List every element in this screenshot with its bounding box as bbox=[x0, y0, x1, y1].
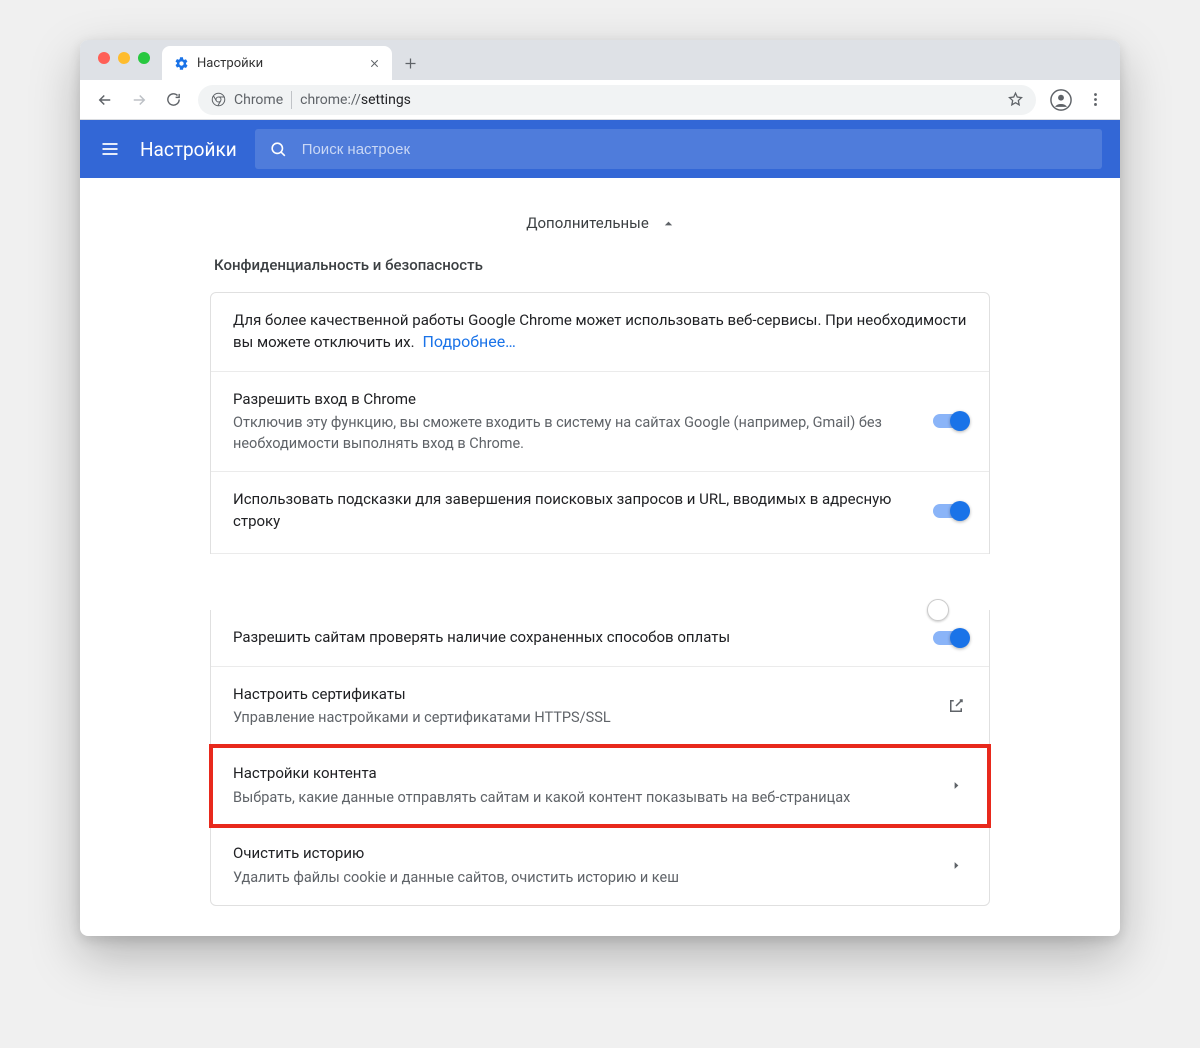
close-window-button[interactable] bbox=[98, 52, 110, 64]
browser-tab[interactable]: Настройки bbox=[162, 46, 392, 80]
advanced-label: Дополнительные bbox=[526, 214, 649, 232]
address-bar[interactable]: Chrome chrome://settings bbox=[198, 85, 1036, 115]
browser-window: Настройки Chrome chrome://settings bbox=[80, 40, 1120, 936]
reload-button[interactable] bbox=[158, 85, 188, 115]
close-tab-button[interactable] bbox=[366, 55, 382, 71]
signin-toggle[interactable] bbox=[933, 414, 967, 428]
back-button[interactable] bbox=[90, 85, 120, 115]
appbar-title: Настройки bbox=[140, 138, 237, 161]
learn-more-link[interactable]: Подробнее… bbox=[423, 332, 516, 351]
content-settings-sub: Выбрать, какие данные отправлять сайтам … bbox=[233, 787, 929, 808]
search-icon bbox=[269, 140, 288, 159]
suggestions-toggle[interactable] bbox=[933, 504, 967, 518]
clear-sub: Удалить файлы cookie и данные сайтов, оч… bbox=[233, 867, 929, 888]
omnibox-label: Chrome bbox=[234, 92, 283, 108]
signin-title: Разрешить вход в Chrome bbox=[233, 389, 917, 411]
suggestions-title: Использовать подсказки для завершения по… bbox=[233, 489, 917, 533]
row-clear-data[interactable]: Очистить историю Удалить файлы cookie и … bbox=[211, 826, 989, 905]
new-tab-button[interactable] bbox=[396, 49, 424, 77]
gear-icon bbox=[174, 56, 189, 71]
row-payment-check: Разрешить сайтам проверять наличие сохра… bbox=[211, 610, 989, 667]
maximize-window-button[interactable] bbox=[138, 52, 150, 64]
settings-search-input[interactable] bbox=[302, 141, 1088, 158]
payment-toggle[interactable] bbox=[933, 631, 967, 645]
browser-toolbar: Chrome chrome://settings bbox=[80, 80, 1120, 120]
settings-content: Дополнительные Конфиденциальность и безо… bbox=[80, 178, 1120, 906]
chevron-up-icon bbox=[663, 218, 674, 229]
row-allow-signin: Разрешить вход в Chrome Отключив эту фун… bbox=[211, 372, 989, 473]
intro-text: Для более качественной работы Google Chr… bbox=[233, 311, 966, 351]
certs-title: Настроить сертификаты bbox=[233, 684, 929, 706]
omnibox-separator bbox=[291, 91, 292, 109]
payment-title: Разрешить сайтам проверять наличие сохра… bbox=[233, 627, 917, 649]
settings-search[interactable] bbox=[255, 129, 1102, 169]
row-search-suggestions: Использовать подсказки для завершения по… bbox=[211, 472, 989, 554]
external-link-icon bbox=[945, 695, 967, 717]
url-prefix: chrome:// bbox=[300, 92, 361, 108]
image-gap bbox=[151, 554, 1049, 610]
section-title: Конфиденциальность и безопасность bbox=[214, 256, 990, 274]
signin-sub: Отключив эту функцию, вы сможете входить… bbox=[233, 412, 917, 454]
certs-sub: Управление настройками и сертификатами H… bbox=[233, 707, 929, 728]
bookmark-star-icon[interactable] bbox=[1007, 91, 1024, 108]
tab-strip: Настройки bbox=[80, 40, 1120, 80]
chevron-right-icon bbox=[945, 854, 967, 876]
clear-title: Очистить историю bbox=[233, 843, 929, 865]
partial-toggle-knob bbox=[927, 599, 949, 621]
forward-button[interactable] bbox=[124, 85, 154, 115]
chrome-icon bbox=[210, 92, 226, 108]
row-certificates[interactable]: Настроить сертификаты Управление настрой… bbox=[211, 667, 989, 747]
url-path: settings bbox=[361, 92, 411, 108]
menu-button[interactable] bbox=[1080, 85, 1110, 115]
settings-appbar: Настройки bbox=[80, 120, 1120, 178]
hamburger-menu-button[interactable] bbox=[98, 137, 122, 161]
window-controls bbox=[90, 52, 162, 74]
advanced-expander[interactable]: Дополнительные bbox=[80, 204, 1120, 256]
content-settings-title: Настройки контента bbox=[233, 763, 929, 785]
tab-title: Настройки bbox=[197, 56, 263, 71]
minimize-window-button[interactable] bbox=[118, 52, 130, 64]
chevron-right-icon bbox=[945, 775, 967, 797]
row-intro: Для более качественной работы Google Chr… bbox=[211, 293, 989, 372]
privacy-section: Конфиденциальность и безопасность Для бо… bbox=[210, 256, 990, 906]
row-content-settings[interactable]: Настройки контента Выбрать, какие данные… bbox=[211, 746, 989, 826]
settings-card: Для более качественной работы Google Chr… bbox=[210, 292, 990, 906]
profile-button[interactable] bbox=[1046, 85, 1076, 115]
